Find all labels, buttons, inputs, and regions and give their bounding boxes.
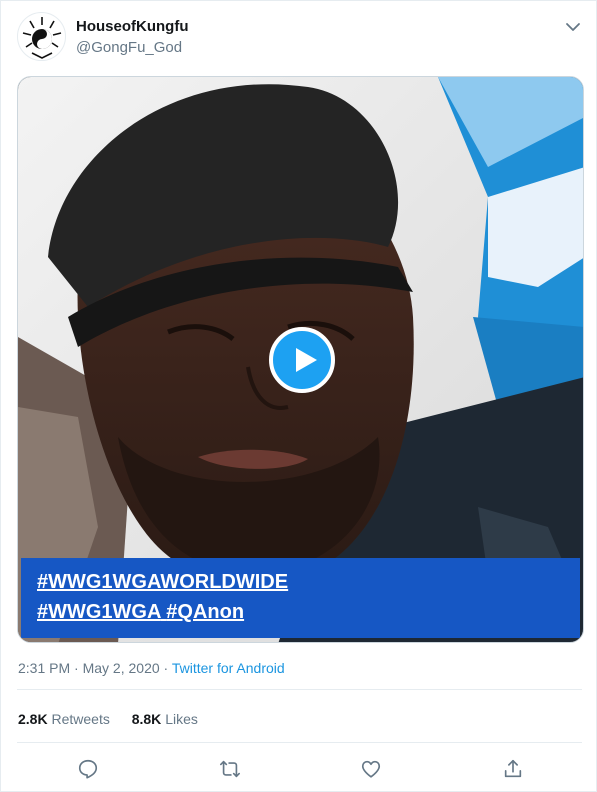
hashtag-link[interactable]: #QAnon bbox=[166, 601, 244, 623]
divider bbox=[17, 742, 582, 743]
reply-button[interactable] bbox=[75, 756, 101, 782]
chevron-down-icon[interactable] bbox=[564, 18, 582, 36]
tweet-stats: 2.8K Retweets 8.8K Likes bbox=[18, 711, 216, 727]
share-button[interactable] bbox=[500, 756, 526, 782]
play-button[interactable] bbox=[269, 327, 335, 393]
video-player[interactable]: #WWG1WGAWORLDWIDE #WWG1WGA #QAnon bbox=[17, 76, 584, 643]
divider bbox=[17, 689, 582, 690]
meta-separator: · bbox=[74, 660, 79, 676]
like-icon bbox=[361, 760, 381, 778]
retweets-label: Retweets bbox=[51, 711, 110, 727]
tweet-date[interactable]: May 2, 2020 bbox=[83, 660, 160, 676]
play-icon bbox=[296, 348, 317, 372]
tweet-actions bbox=[1, 753, 597, 785]
hashtag-link[interactable]: #WWG1WGAWORLDWIDE bbox=[37, 571, 288, 593]
yin-yang-logo-icon bbox=[22, 17, 62, 59]
tweet-source-link[interactable]: Twitter for Android bbox=[172, 660, 285, 676]
retweets-stat[interactable]: 2.8K Retweets bbox=[18, 711, 114, 727]
user-handle[interactable]: @GongFu_God bbox=[76, 39, 182, 56]
tweet-header: HouseofKungfu @GongFu_God bbox=[17, 12, 582, 61]
likes-label: Likes bbox=[165, 711, 198, 727]
display-name[interactable]: HouseofKungfu bbox=[76, 18, 188, 35]
tweet-meta: 2:31 PM · May 2, 2020 · Twitter for Andr… bbox=[18, 660, 285, 676]
video-caption-overlay: #WWG1WGAWORLDWIDE #WWG1WGA #QAnon bbox=[21, 558, 580, 638]
reply-icon bbox=[78, 759, 98, 779]
retweets-count: 2.8K bbox=[18, 711, 48, 727]
likes-count: 8.8K bbox=[131, 711, 162, 727]
meta-separator: · bbox=[163, 660, 169, 676]
retweet-icon bbox=[220, 760, 240, 778]
like-button[interactable] bbox=[358, 756, 384, 782]
tweet-card: HouseofKungfu @GongFu_God #WWG1WGAWORLDW… bbox=[0, 0, 597, 792]
hashtag-link[interactable]: #WWG1WGA bbox=[37, 601, 161, 623]
avatar[interactable] bbox=[17, 12, 66, 61]
retweet-button[interactable] bbox=[217, 756, 243, 782]
share-icon bbox=[504, 759, 522, 778]
caption-line: #WWG1WGA #QAnon bbox=[37, 597, 580, 627]
caption-line: #WWG1WGAWORLDWIDE bbox=[37, 567, 580, 597]
tweet-time[interactable]: 2:31 PM bbox=[18, 660, 70, 676]
likes-stat[interactable]: 8.8K Likes bbox=[132, 711, 198, 727]
